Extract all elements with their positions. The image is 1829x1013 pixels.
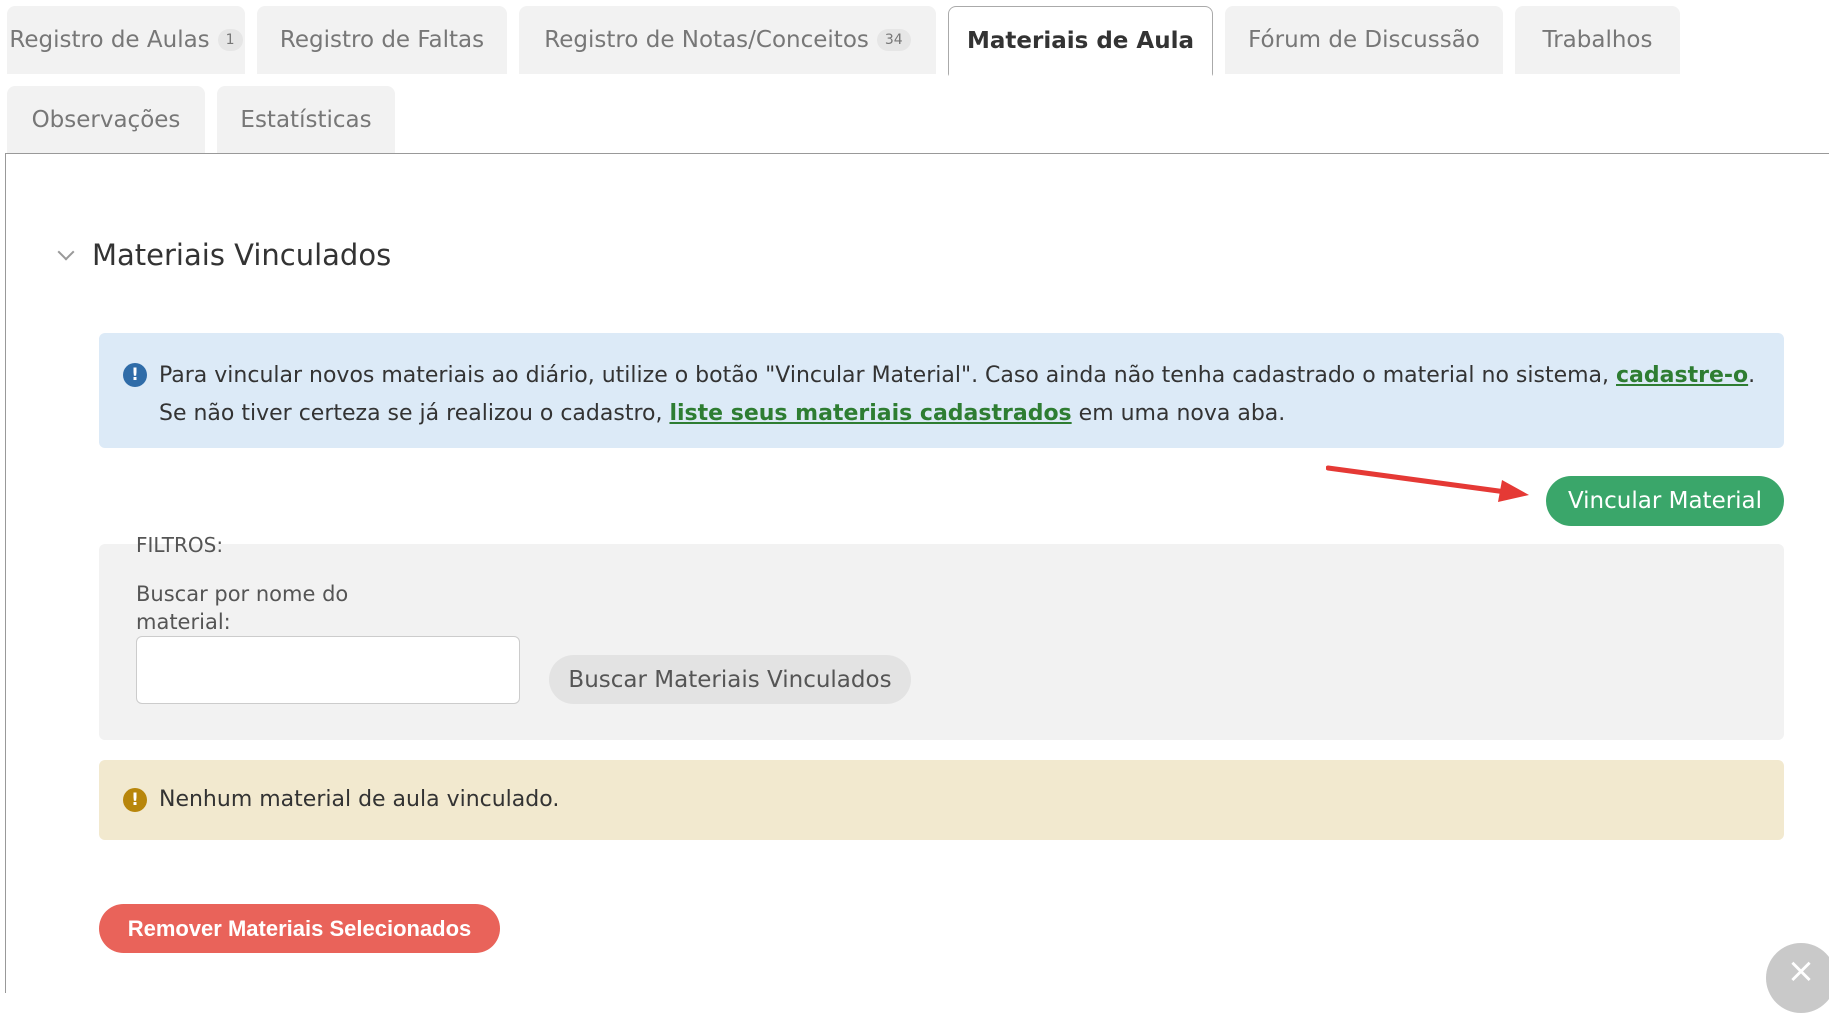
tab-label: Fórum de Discussão — [1248, 27, 1480, 53]
warning-icon: ! — [123, 788, 147, 812]
tab-label: Registro de Notas/Conceitos — [544, 27, 869, 53]
info-text-4: em uma nova aba. — [1078, 401, 1286, 426]
info-icon: ! — [123, 363, 147, 387]
tab-bar-row-1: Registro de Aulas 1 Registro de Faltas R… — [7, 6, 1680, 76]
tab-label: Materiais de Aula — [967, 27, 1194, 54]
count-badge: 1 — [217, 29, 243, 51]
info-text-1: Para vincular novos materiais ao diário,… — [159, 363, 1610, 388]
annotation-arrow-icon — [1326, 465, 1529, 502]
tab-observacoes[interactable]: Observações — [7, 86, 205, 154]
tab-registro-de-aulas[interactable]: Registro de Aulas 1 — [7, 6, 245, 74]
tab-trabalhos[interactable]: Trabalhos — [1515, 6, 1680, 74]
tab-bar-row-2: Observações Estatísticas — [7, 86, 395, 154]
filters-panel: FILTROS: Buscar por nome do material: Bu… — [99, 533, 1784, 740]
empty-state-text: Nenhum material de aula vinculado. — [159, 787, 560, 812]
info-text-2: . — [1748, 363, 1756, 388]
search-materials-button[interactable]: Buscar Materiais Vinculados — [549, 655, 911, 704]
count-badge: 34 — [876, 29, 911, 51]
tab-estatisticas[interactable]: Estatísticas — [217, 86, 395, 154]
cadastre-link[interactable]: cadastre-o — [1616, 363, 1748, 388]
info-message: ! Para vincular novos materiais ao diári… — [99, 333, 1784, 448]
close-icon[interactable]: × — [1766, 943, 1829, 1013]
info-text-3: Se não tiver certeza se já realizou o ca… — [159, 401, 663, 426]
tab-registro-de-faltas[interactable]: Registro de Faltas — [257, 6, 507, 74]
empty-state-message: ! Nenhum material de aula vinculado. — [99, 760, 1784, 840]
section-header-materiais-vinculados[interactable]: Materiais Vinculados — [57, 238, 392, 272]
tab-forum-de-discussao[interactable]: Fórum de Discussão — [1225, 6, 1503, 74]
tab-label: Registro de Faltas — [279, 27, 485, 53]
search-input[interactable] — [136, 636, 520, 704]
section-title: Materiais Vinculados — [92, 238, 392, 272]
tab-label: Estatísticas — [240, 107, 372, 133]
list-materials-link[interactable]: liste seus materiais cadastrados — [669, 401, 1071, 426]
filters-legend: FILTROS: — [136, 533, 224, 557]
tab-label: Observações — [31, 107, 181, 133]
vincular-material-button[interactable]: Vincular Material — [1546, 476, 1784, 526]
tab-label: Trabalhos — [1542, 27, 1653, 53]
tab-label: Registro de Aulas — [9, 27, 210, 53]
chevron-down-icon[interactable] — [57, 243, 75, 261]
remove-selected-button[interactable]: Remover Materiais Selecionados — [99, 904, 500, 953]
tab-materiais-de-aula[interactable]: Materiais de Aula — [948, 6, 1213, 76]
tab-registro-de-notas[interactable]: Registro de Notas/Conceitos 34 — [519, 6, 936, 74]
search-label: Buscar por nome do material: — [136, 582, 349, 634]
